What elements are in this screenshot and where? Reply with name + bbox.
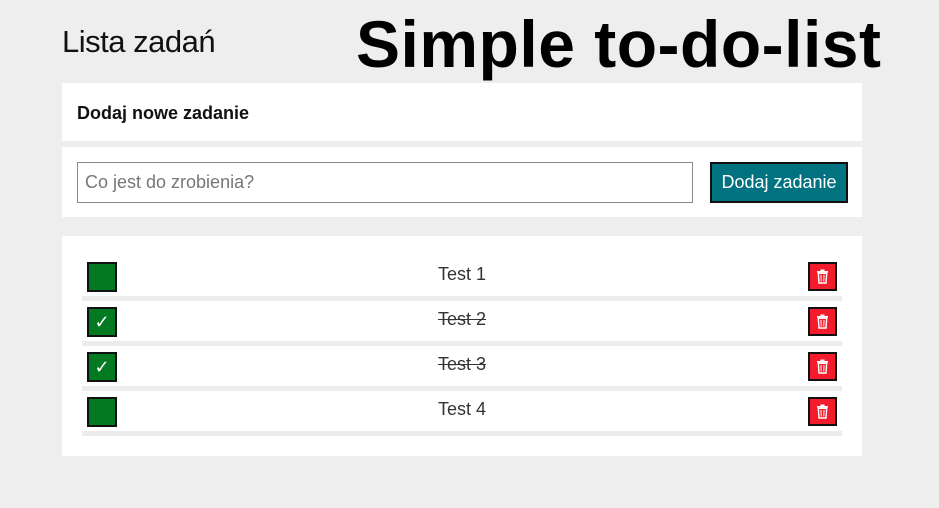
toggle-done-button[interactable] [87,262,117,292]
task-text: Test 4 [437,399,487,419]
task-text: Test 3 [437,354,487,374]
toggle-done-button[interactable]: ✓ [87,307,117,337]
new-task-input[interactable] [77,162,693,203]
trash-icon [817,314,828,329]
toggle-done-button[interactable]: ✓ [87,352,117,382]
delete-task-button[interactable] [808,352,837,381]
delete-task-button[interactable] [808,397,837,426]
page-title: Lista zadań [62,24,216,59]
trash-icon [817,359,828,374]
task-text: Test 1 [437,264,487,284]
trash-icon [817,269,828,284]
task-text: Test 2 [437,309,487,329]
hero-title: Simple to-do-list [356,7,882,81]
add-task-button[interactable]: Dodaj zadanie [710,162,848,203]
task-item: ✓ Test 2 [82,301,842,346]
task-list: Test 1 ✓ Test 2 ✓ Test 3 Test 4 [62,236,862,456]
task-item: Test 1 [82,256,842,301]
toggle-done-button[interactable] [87,397,117,427]
new-task-form: Dodaj zadanie [62,147,862,217]
delete-task-button[interactable] [808,262,837,291]
delete-task-button[interactable] [808,307,837,336]
trash-icon [817,404,828,419]
new-task-heading: Dodaj nowe zadanie [62,83,862,141]
task-item: ✓ Test 3 [82,346,842,391]
task-item: Test 4 [82,391,842,436]
